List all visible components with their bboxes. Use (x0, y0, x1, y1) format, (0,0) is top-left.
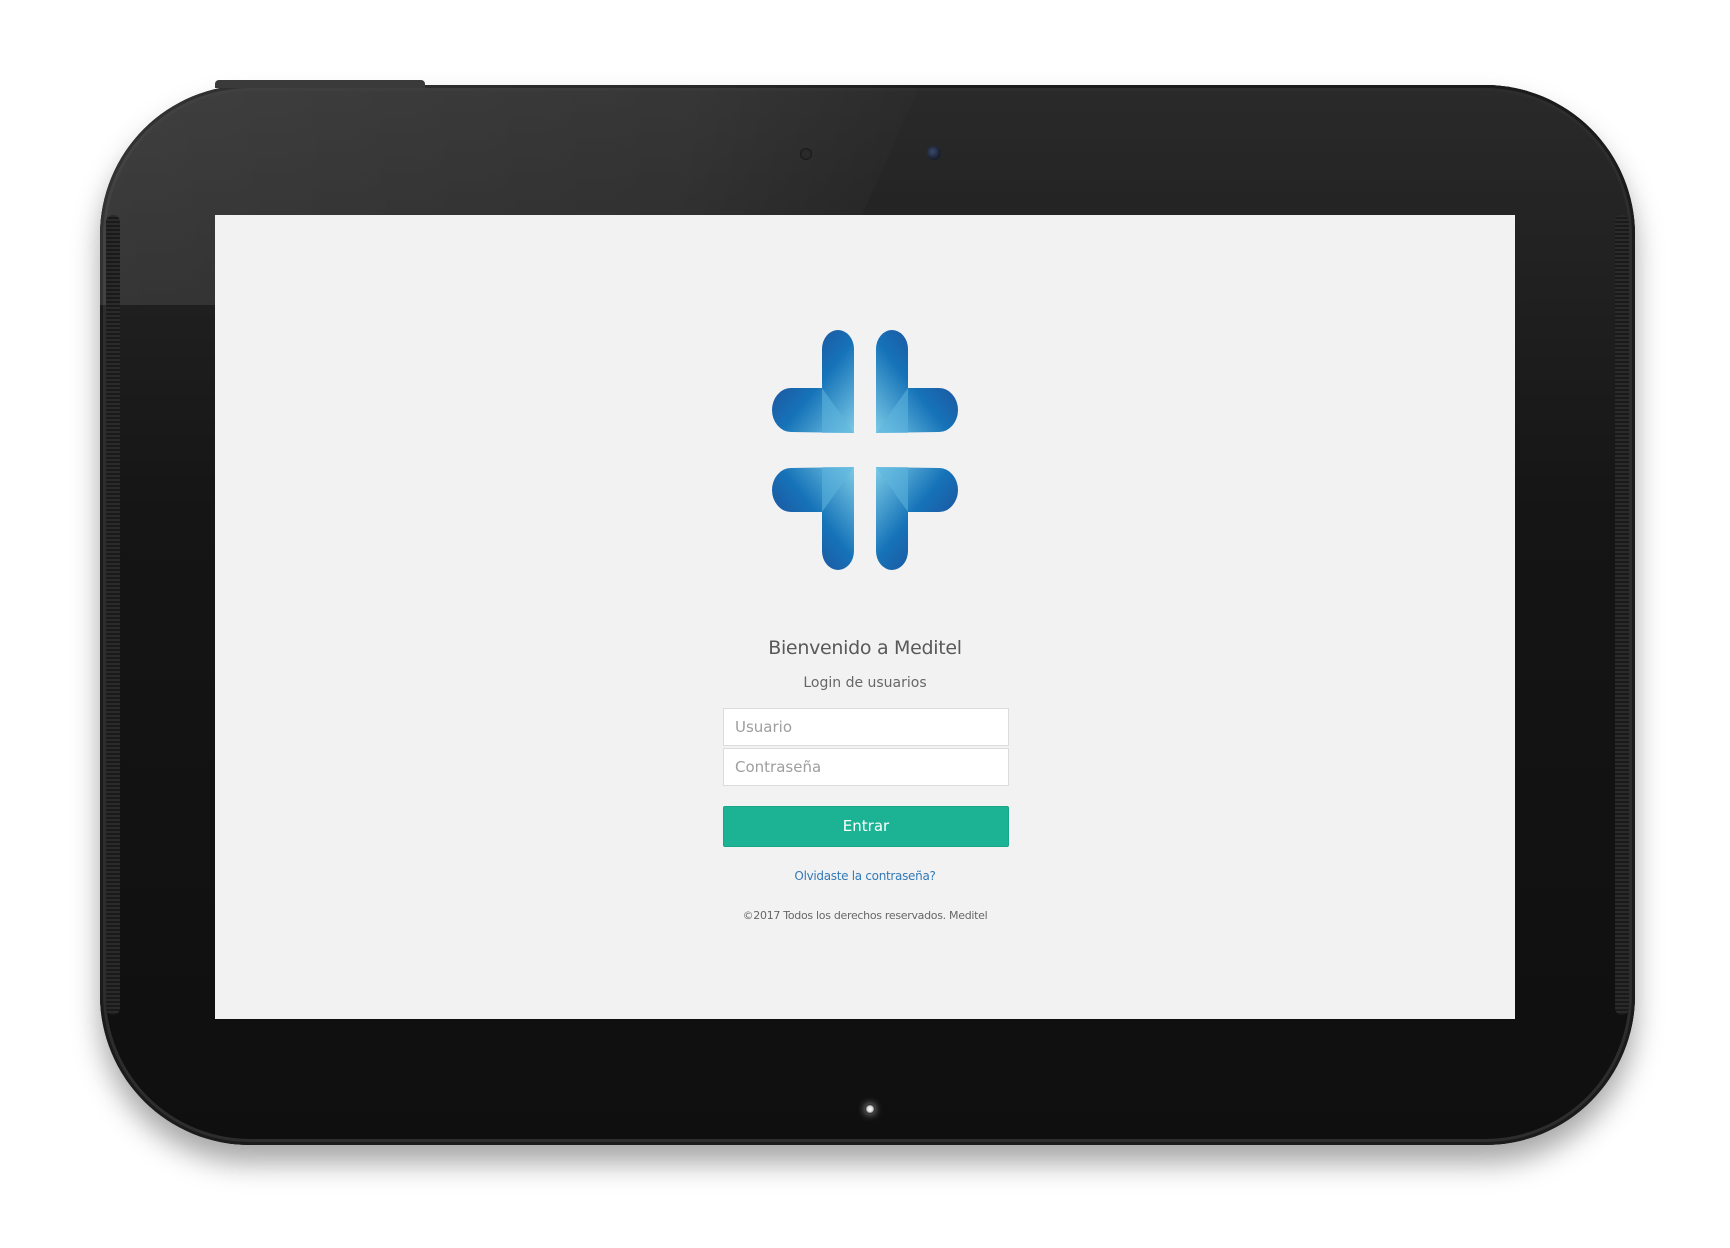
notification-led (865, 1104, 875, 1114)
front-camera (927, 146, 941, 160)
speaker-grill-right (1615, 215, 1629, 1015)
password-input[interactable] (723, 748, 1009, 786)
login-screen: Bienvenido a Meditel Login de usuarios E… (215, 215, 1515, 1019)
forgot-password-link[interactable]: Olvidaste la contraseña? (794, 869, 935, 883)
speaker-grill-left (106, 215, 120, 1015)
welcome-title: Bienvenido a Meditel (768, 637, 962, 659)
forgot-password-row: Olvidaste la contraseña? (215, 869, 1515, 883)
power-button (215, 80, 425, 88)
username-input[interactable] (723, 708, 1009, 746)
meditel-logo-icon (772, 330, 958, 570)
enter-button[interactable]: Entrar (723, 806, 1009, 847)
copyright-text: ©2017 Todos los derechos reservados. Med… (742, 909, 988, 922)
sensor-dot (800, 148, 812, 160)
login-subtitle: Login de usuarios (803, 675, 927, 691)
device-mockup: Bienvenido a Meditel Login de usuarios E… (0, 0, 1730, 1248)
